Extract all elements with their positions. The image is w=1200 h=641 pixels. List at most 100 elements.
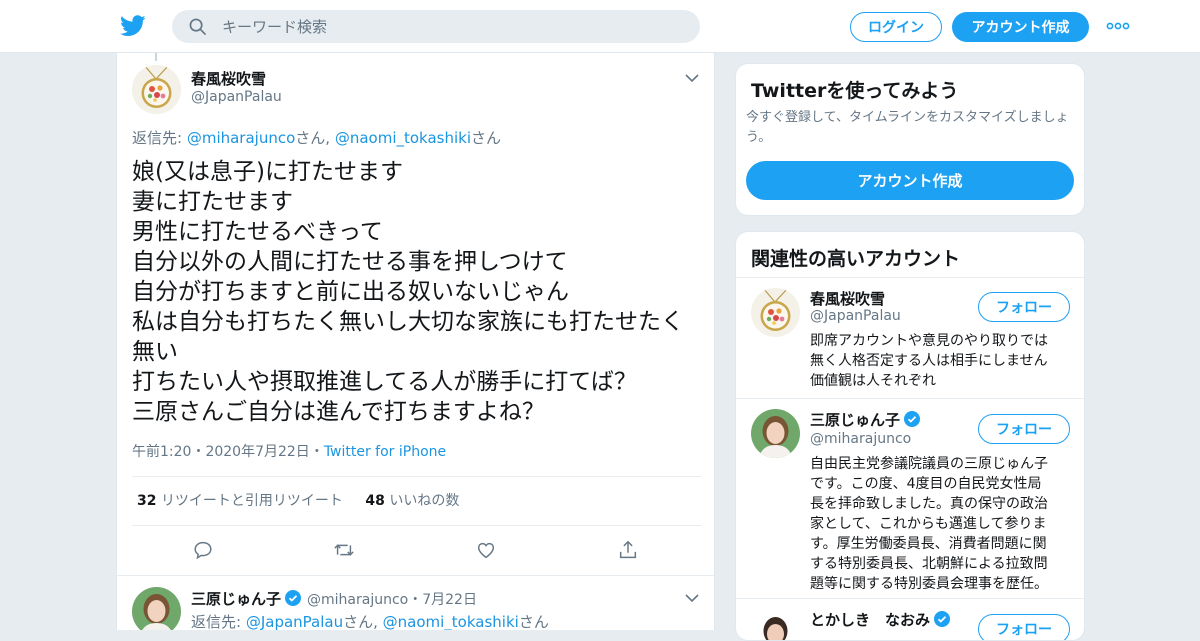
bio-line: する特別委員長、北朝鮮による拉致問 bbox=[810, 556, 1048, 572]
chevron-down-icon[interactable] bbox=[685, 73, 699, 83]
account-item[interactable]: とかしき なおみ フォロー bbox=[736, 598, 1084, 640]
reply-to-line: 返信先: @JapanPalauさん, @naomi_tokashikiさん bbox=[191, 611, 549, 630]
tweet-text-line: 私は自分も打ちたく無いし大切な家族にも打たせたく bbox=[132, 309, 684, 335]
tweet-source-link[interactable]: Twitter for iPhone bbox=[324, 444, 446, 460]
like-stat[interactable]: 48 いいねの数 bbox=[365, 493, 459, 509]
avatar[interactable] bbox=[751, 409, 800, 458]
account-name[interactable]: 春風桜吹雪 bbox=[810, 288, 885, 309]
signup-button[interactable]: アカウント作成 bbox=[952, 12, 1089, 42]
verified-badge-icon bbox=[904, 411, 921, 427]
follow-button[interactable]: フォロー bbox=[978, 614, 1070, 640]
like-heart-icon[interactable] bbox=[475, 539, 497, 561]
tweet-text-line: 自分が打ちますと前に出る奴いないじゃん bbox=[132, 279, 569, 305]
signup-card-title: Twitterを使ってみよう bbox=[751, 80, 959, 102]
tweet-time[interactable]: 午前1:20 bbox=[132, 444, 191, 460]
flower-pendant-icon bbox=[132, 65, 181, 114]
signup-card-subtitle: 今すぐ登録して、タイムラインをカスタマイズしましょ う。 bbox=[746, 108, 1076, 148]
avatar[interactable] bbox=[751, 609, 800, 640]
separator: ・ bbox=[309, 444, 324, 460]
search-input[interactable] bbox=[222, 10, 682, 43]
reply-icon[interactable] bbox=[192, 539, 214, 561]
flower-pendant-icon bbox=[751, 288, 800, 337]
reply-to-user-link[interactable]: @naomi_tokashiki bbox=[335, 129, 471, 147]
bio-line: 家として、これからも邁進して参りま bbox=[810, 516, 1047, 532]
bio-line: 価値観は人それぞれ bbox=[810, 373, 936, 389]
avatar[interactable] bbox=[132, 65, 181, 114]
retweet-count: 32 bbox=[137, 493, 157, 509]
account-name-text: とかしき なおみ bbox=[810, 611, 931, 629]
account-bio: 即席アカウントや意見のやり取りでは 無く人格否定する人は相手にしません 価値観は… bbox=[810, 331, 1072, 391]
tweet-text-line: 三原さんご自分は進んで打ちますよね？ bbox=[132, 399, 545, 425]
reply-to-user-link[interactable]: @JapanPalau bbox=[246, 613, 343, 630]
verified-badge-icon bbox=[934, 611, 951, 627]
reply-author-name[interactable]: 三原じゅん子 bbox=[191, 588, 302, 609]
avatar[interactable] bbox=[751, 288, 800, 337]
twitter-logo-icon[interactable] bbox=[120, 14, 146, 38]
reply-author-name-text: 三原じゅん子 bbox=[191, 590, 282, 608]
verified-badge-icon bbox=[285, 590, 302, 606]
divider bbox=[132, 525, 701, 526]
bio-line: す。厚生労働委員長、消費者問題に関 bbox=[810, 536, 1047, 552]
bio-line: 即席アカウントや意見のやり取りでは bbox=[810, 333, 1048, 349]
tweet-author-name[interactable]: 春風桜吹雪 bbox=[191, 68, 266, 89]
thread-line bbox=[155, 53, 157, 61]
related-accounts-card: 関連性の高いアカウント 春風桜吹雪 @JapanPalau フォロー 即席アカウ… bbox=[735, 231, 1085, 641]
retweet-label: リツイートと引用リツイート bbox=[160, 493, 343, 509]
reply-to-prefix: 返信先: bbox=[132, 129, 187, 147]
account-name-text: 三原じゅん子 bbox=[810, 411, 901, 429]
tweet-text: 娘(又は息子)に打たせます 妻に打たせます 男性に打たせるべきって 自分以外の人… bbox=[132, 157, 702, 427]
subtitle-line: う。 bbox=[746, 130, 772, 145]
subtitle-line: 今すぐ登録して、タイムラインをカスタマイズしましょ bbox=[746, 110, 1069, 125]
retweet-icon[interactable] bbox=[333, 539, 355, 561]
retweet-stat[interactable]: 32 リツイートと引用リツイート bbox=[137, 493, 343, 509]
share-icon[interactable] bbox=[617, 539, 639, 561]
login-button[interactable]: ログイン bbox=[850, 12, 942, 42]
separator: ・ bbox=[191, 444, 206, 460]
divider bbox=[132, 476, 701, 477]
related-accounts-title: 関連性の高いアカウント bbox=[751, 248, 961, 270]
tweet-stats: 32 リツイートと引用リツイート 48 いいねの数 bbox=[137, 490, 459, 510]
reply-to-line: 返信先: @miharajuncoさん, @naomi_tokashikiさん bbox=[132, 127, 501, 148]
top-bar: ログイン アカウント作成 bbox=[0, 0, 1200, 53]
person-photo-icon bbox=[132, 587, 181, 630]
bio-line: です。この度、4度目の自民党女性局 bbox=[810, 476, 1042, 492]
tweet-timestamp: 午前1:20・2020年7月22日・Twitter for iPhone bbox=[132, 441, 446, 461]
follow-button[interactable]: フォロー bbox=[978, 414, 1070, 444]
chevron-down-icon[interactable] bbox=[685, 593, 699, 603]
separator: ・ bbox=[408, 592, 423, 608]
honorific: さん bbox=[471, 129, 502, 147]
tweet-column: 春風桜吹雪 @JapanPalau 返信先: @miharajuncoさん, @… bbox=[116, 53, 715, 630]
tweet-date[interactable]: 2020年7月22日 bbox=[205, 444, 309, 460]
honorific: さん bbox=[518, 613, 549, 630]
tweet-author-handle[interactable]: @JapanPalau bbox=[191, 89, 282, 105]
account-handle[interactable]: @JapanPalau bbox=[810, 308, 901, 324]
account-bio: 自由民主党参議院議員の三原じゅん子 です。この度、4度目の自民党女性局 長を拝命… bbox=[810, 454, 1072, 594]
follow-button[interactable]: フォロー bbox=[978, 292, 1070, 322]
signup-card-button[interactable]: アカウント作成 bbox=[746, 161, 1074, 200]
account-item[interactable]: 春風桜吹雪 @JapanPalau フォロー 即席アカウントや意見のやり取りでは… bbox=[736, 277, 1084, 398]
search-icon bbox=[189, 18, 206, 35]
avatar[interactable] bbox=[132, 587, 181, 630]
search-bar bbox=[172, 10, 700, 43]
like-count: 48 bbox=[365, 493, 385, 509]
bio-line: 長を拝命致しました。真の保守の政治 bbox=[810, 496, 1048, 512]
tweet-text-line: 男性に打たせるべきって bbox=[132, 219, 383, 245]
reply-to-user-link[interactable]: @naomi_tokashiki bbox=[383, 613, 519, 630]
reply-date[interactable]: 7月22日 bbox=[422, 592, 477, 608]
reply-to-user-link[interactable]: @miharajunco bbox=[187, 129, 295, 147]
tweet-text-line: 無い bbox=[132, 339, 178, 365]
account-name[interactable]: 三原じゅん子 bbox=[810, 409, 921, 430]
reply-tweet[interactable]: 三原じゅん子 @miharajunco・7月22日 返信先: @JapanPal… bbox=[117, 575, 714, 630]
person-photo-icon bbox=[751, 409, 800, 458]
tweet-text-line: 妻に打たせます bbox=[132, 189, 293, 215]
account-item[interactable]: 三原じゅん子 @miharajunco フォロー 自由民主党参議院議員の三原じゅ… bbox=[736, 398, 1084, 598]
tweet-text-line: 打ちたい人や摂取推進してる人が勝手に打てば？ bbox=[132, 369, 637, 395]
account-handle[interactable]: @miharajunco bbox=[810, 431, 911, 447]
reply-author-meta: @miharajunco・7月22日 bbox=[307, 589, 477, 609]
more-options-icon[interactable] bbox=[1106, 18, 1130, 34]
bio-line: 無く人格否定する人は相手にしません bbox=[810, 353, 1048, 369]
reply-author-handle[interactable]: @miharajunco bbox=[307, 592, 408, 608]
account-name[interactable]: とかしき なおみ bbox=[810, 609, 951, 630]
bio-line: 自由民主党参議院議員の三原じゅん子 bbox=[810, 456, 1048, 472]
signup-card: Twitterを使ってみよう 今すぐ登録して、タイムラインをカスタマイズしましょ… bbox=[735, 63, 1085, 216]
